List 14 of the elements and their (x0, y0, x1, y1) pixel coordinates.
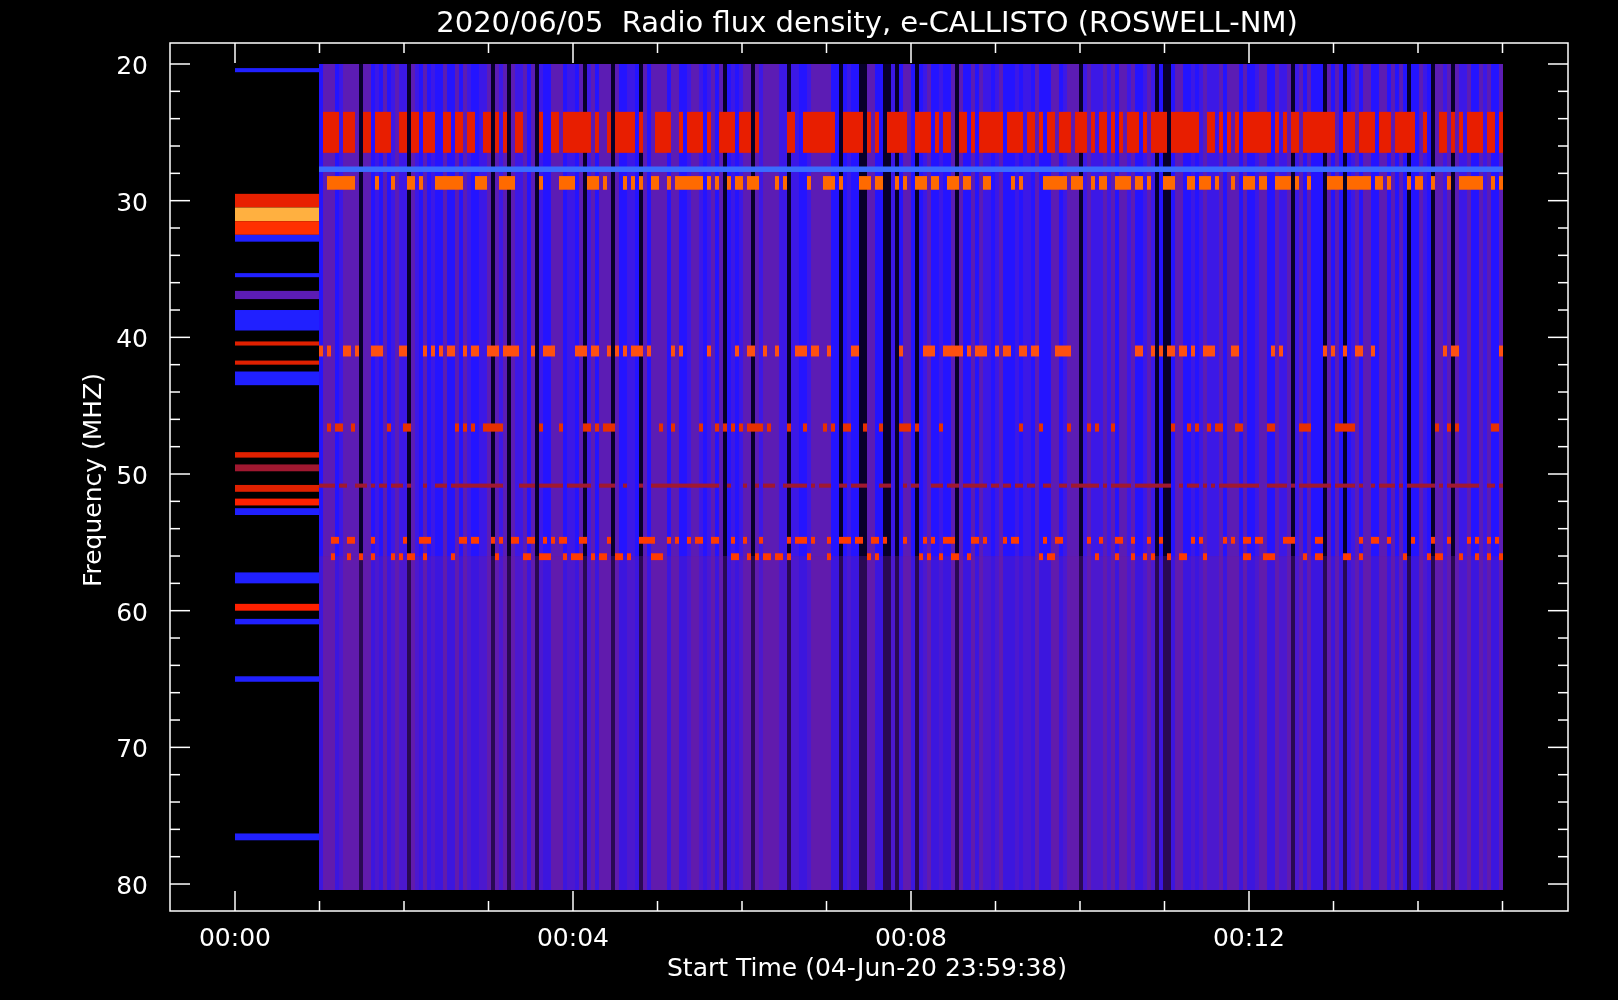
chart-title: 2020/06/05 Radio flux density, e-CALLISTO (ROSWELL-NM) (436, 5, 1298, 39)
axis-tick-label: 00:00 (199, 923, 271, 952)
axis-tick-label: 80 (116, 871, 148, 900)
axis-tick-label: 30 (116, 187, 148, 217)
axis-tick-label: 00:12 (1213, 923, 1285, 952)
axis-tick-label: 60 (116, 597, 148, 627)
axis-tick-label: 50 (116, 461, 148, 490)
axis-label: Frequency (MHZ) (78, 372, 107, 588)
axis-tick-label: 00:04 (537, 923, 609, 952)
axis-tick-label: 40 (116, 324, 148, 354)
axis-tick-label: 20 (116, 51, 148, 80)
axis-tick-label: 00:08 (875, 923, 947, 952)
axis-label: Start Time (04-Jun-20 23:59:38) (667, 953, 1067, 982)
axis-tick-label: 70 (116, 734, 148, 764)
